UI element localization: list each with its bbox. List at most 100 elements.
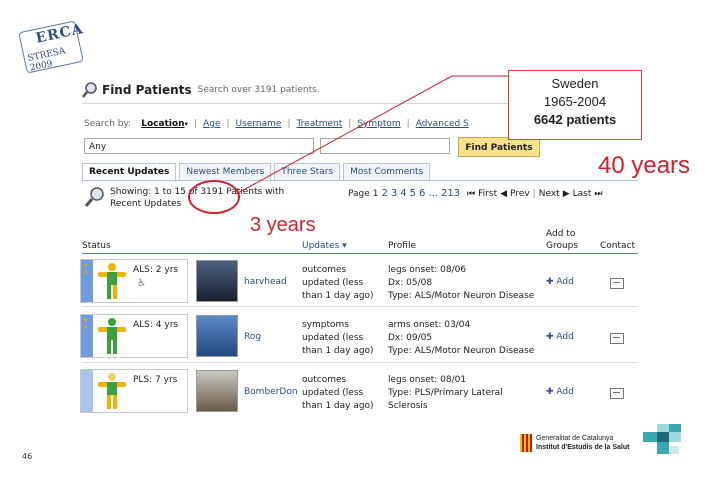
search-option-symptom[interactable]: Symptom [357,119,400,129]
status-box: PLS: 7 yrs [80,369,188,413]
page-ellipsis: ... [428,188,438,199]
username-link[interactable]: BomberDon [244,387,298,397]
magnifier-icon [84,187,104,207]
row-divider [82,362,638,363]
tab-underline [82,180,638,181]
callout-patients: 6642 patients [533,112,617,127]
profile-line: legs onset: 08/01 [388,375,467,385]
add-to-group-link[interactable]: ✚ Add [546,277,574,287]
find-patients-subtitle: Search over 3191 patients. [197,85,320,95]
last-icon: ⏭ [594,188,603,199]
avatar[interactable] [196,260,238,302]
profile-line: Type: PLS/Primary Lateral [388,388,503,398]
tab-newest-members[interactable]: Newest Members [179,163,272,181]
search-option-advanced[interactable]: Advanced S [416,119,469,129]
avatar[interactable] [196,315,238,357]
profile-line: legs onset: 08/06 [388,265,467,275]
plus-icon: ✚ [546,387,554,397]
contact-mail-icon[interactable] [610,333,624,344]
page-213[interactable]: 213 [441,188,460,199]
body-figure-icon [98,318,126,354]
next-link[interactable]: Next [539,189,560,199]
plus-icon: ✚ [546,277,554,287]
page-label: Page [348,188,370,199]
page-2[interactable]: 2 [382,188,388,199]
sweden-callout: Sweden 1965-2004 6642 patients [508,70,642,140]
find-patients-button[interactable]: Find Patients [458,137,540,157]
status-box: ★ ★ ALS: 2 yrs ♿ [80,259,188,303]
first-icon: ⏮ [467,188,476,199]
pagination: Page 1 2 3 4 5 6 ... 213 ⏮ First ◀ Prev … [348,188,603,199]
location-select[interactable]: Any [84,138,314,154]
prev-link[interactable]: Prev [510,189,530,199]
callout-years: 1965-2004 [543,94,607,109]
search-option-location[interactable]: Location [141,119,184,129]
page-1[interactable]: 1 [373,189,379,199]
gencat-line1: Generalitat de Catalunya [536,435,614,442]
status-text: ALS: 4 yrs [133,320,179,330]
logo-line2: STRESA 2009 [26,46,67,74]
slide-number: 46 [22,452,33,461]
find-patients-title: Find Patients [102,83,192,97]
tab-three-stars[interactable]: Three Stars [274,163,341,181]
add-label: Add [556,277,574,287]
status-stripe [81,370,93,412]
col-profile: Profile [388,241,416,251]
profile-line: Type: ALS/Motor Neuron Disease [388,346,535,356]
plus-icon: ✚ [546,332,554,342]
search-by-label: Search by: [84,119,132,129]
profile-line: Sclerosis [388,401,428,411]
username-link[interactable]: harvhead [244,277,287,287]
profile-line: arms onset: 03/04 [388,320,471,330]
highlight-ellipse [188,180,240,214]
body-figure-icon [98,263,126,299]
col-contact: Contact [600,241,636,251]
table-header-line [82,253,638,254]
callout-country: Sweden [551,76,599,91]
contact-mail-icon[interactable] [610,388,624,399]
contact-mail-icon[interactable] [610,278,624,289]
search-option-age[interactable]: Age [203,119,220,129]
status-text: ALS: 2 yrs [133,265,179,275]
avatar[interactable] [196,370,238,412]
profile-line: Dx: 09/05 [388,333,433,343]
update-text: outcomes updated (less than 1 day ago) [302,375,374,411]
page-4[interactable]: 4 [400,188,406,199]
status-text: PLS: 7 yrs [133,375,178,385]
next-icon: ▶ [562,188,570,199]
magnifier-icon [82,82,97,98]
add-to-group-link[interactable]: ✚ Add [546,332,574,342]
first-link[interactable]: First [478,189,497,199]
institute-logo-icon [643,424,683,456]
profile-line: Type: ALS/Motor Neuron Disease [388,291,535,301]
add-to-group-link[interactable]: ✚ Add [546,387,574,397]
find-patients-header: Find Patients Search over 3191 patients. [82,80,320,100]
add-label: Add [556,387,574,397]
col-add-to-groups: Add to Groups [546,229,579,251]
gencat-line2: Institut d'Estudis de la Salut [536,444,630,451]
body-figure-icon [98,373,126,409]
col-status: Status [82,241,111,251]
col-updates[interactable]: Updates ▾ [302,240,347,252]
profile-text: legs onset: 08/06 Dx: 05/08 Type: ALS/Mo… [388,264,548,303]
catalan-flag-icon [520,434,532,452]
prev-icon: ◀ [500,188,508,199]
page-3[interactable]: 3 [391,188,397,199]
forty-years-label: 40 years [598,152,691,179]
add-label: Add [556,332,574,342]
update-text: symptoms updated (less than 1 day ago) [302,320,374,356]
status-box: ★ ★ ALS: 4 yrs [80,314,188,358]
search-option-treatment[interactable]: Treatment [296,119,342,129]
page-6[interactable]: 6 [419,188,425,199]
profile-line: Dx: 05/08 [388,278,433,288]
star-icons: ★ ★ [83,317,89,331]
profile-text: arms onset: 03/04 Dx: 09/05 Type: ALS/Mo… [388,319,548,358]
search-input[interactable] [320,138,450,154]
page-5[interactable]: 5 [410,188,416,199]
username-link[interactable]: Rog [244,332,261,342]
row-divider [82,306,638,307]
last-link[interactable]: Last [573,189,592,199]
search-option-username[interactable]: Username [236,119,282,129]
tab-most-comments[interactable]: Most Comments [343,163,431,181]
erca-stresa-logo: ERCA STRESA 2009 [18,20,85,74]
